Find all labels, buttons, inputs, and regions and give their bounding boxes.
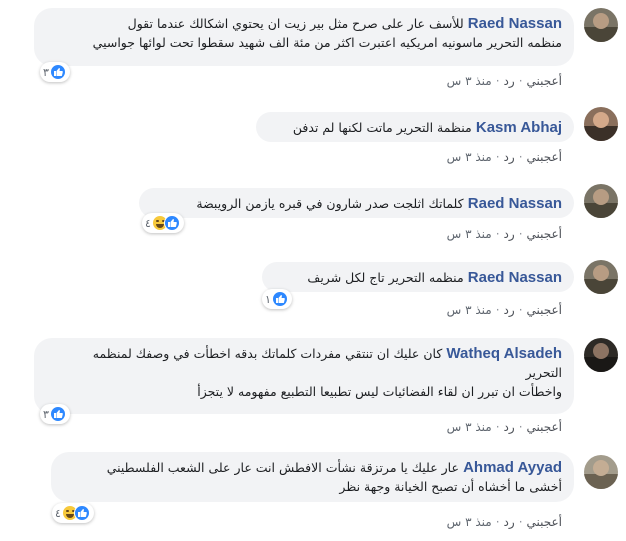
timestamp[interactable]: منذ ٣ س — [447, 420, 492, 434]
comment-text: كان عليك ان تنتقي مفردات كلماتك بدقه اخط… — [92, 346, 443, 361]
comment-bubble: Kasm Abhaj منظمة التحرير ماتت لكنها لم ت… — [256, 112, 574, 142]
comment-actions: أعجبني · رد · منذ ٣ س — [447, 515, 562, 529]
comment-actions: أعجبني · رد · منذ ٣ س — [447, 74, 562, 88]
separator: · — [495, 420, 500, 434]
like-link[interactable]: أعجبني — [527, 150, 562, 164]
like-icon — [271, 291, 288, 307]
reaction-summary[interactable]: ٣ — [40, 404, 70, 424]
reaction-count: ٤ — [145, 216, 151, 230]
timestamp[interactable]: منذ ٣ س — [447, 150, 492, 164]
separator: · — [518, 515, 523, 529]
like-icon — [163, 215, 180, 231]
comment-actions: أعجبني · رد · منذ ٣ س — [447, 420, 562, 434]
like-link[interactable]: أعجبني — [527, 303, 562, 317]
timestamp[interactable]: منذ ٣ س — [447, 74, 492, 88]
comment-actions: أعجبني · رد · منذ ٣ س — [447, 303, 562, 317]
separator: · — [518, 74, 523, 88]
reaction-summary[interactable]: ٣ — [40, 62, 70, 82]
avatar[interactable] — [584, 260, 618, 294]
author-name[interactable]: Kasm Abhaj — [476, 119, 562, 136]
reply-link[interactable]: رد — [504, 150, 515, 164]
reply-link[interactable]: رد — [504, 303, 515, 317]
comment-bubble: Ahmad Ayyad عار عليك يا مرتزقة نشأت الاف… — [51, 452, 574, 502]
reaction-count: ٣ — [43, 407, 49, 421]
comment-bubble: Watheq Alsadeh كان عليك ان تنتقي مفردات … — [34, 338, 574, 414]
separator: · — [518, 303, 523, 317]
like-icon — [73, 505, 90, 521]
reply-link[interactable]: رد — [504, 227, 515, 241]
comment-bubble: Raed Nassan منظمه التحرير تاج لكل شريف — [262, 262, 574, 292]
separator: · — [518, 227, 523, 241]
comment-bubble: Raed Nassan كلماتك اثلجت صدر شارون في قب… — [139, 188, 574, 218]
reaction-count: ٤ — [55, 506, 61, 520]
author-name[interactable]: Raed Nassan — [468, 195, 562, 212]
reply-link[interactable]: رد — [504, 74, 515, 88]
avatar[interactable] — [584, 8, 618, 42]
like-icon — [49, 406, 66, 422]
separator: · — [495, 74, 500, 88]
comment-text: منظمه التحرير ماسونيه امريكيه اعتبرت اكث… — [92, 35, 562, 50]
like-link[interactable]: أعجبني — [527, 74, 562, 88]
avatar[interactable] — [584, 455, 618, 489]
avatar[interactable] — [584, 184, 618, 218]
like-link[interactable]: أعجبني — [527, 420, 562, 434]
author-name[interactable]: Watheq Alsadeh — [446, 345, 562, 362]
like-link[interactable]: أعجبني — [527, 515, 562, 529]
reply-link[interactable]: رد — [504, 420, 515, 434]
like-icon — [49, 64, 66, 80]
timestamp[interactable]: منذ ٣ س — [447, 303, 492, 317]
reaction-summary[interactable]: ٤ — [52, 503, 94, 523]
reply-link[interactable]: رد — [504, 515, 515, 529]
comment-actions: أعجبني · رد · منذ ٣ س — [447, 150, 562, 164]
separator: · — [518, 150, 523, 164]
timestamp[interactable]: منذ ٣ س — [447, 227, 492, 241]
reaction-summary[interactable]: ٤ — [142, 213, 184, 233]
author-name[interactable]: Raed Nassan — [468, 269, 562, 286]
comment-bubble: Raed Nassan للأسف عار على صرح مثل بير زي… — [34, 8, 574, 66]
separator: · — [495, 515, 500, 529]
reaction-count: ١ — [265, 292, 271, 306]
comment-text: منظمه التحرير تاج لكل شريف — [307, 270, 464, 285]
comment-text: التحرير — [525, 365, 562, 380]
separator: · — [495, 227, 500, 241]
author-name[interactable]: Raed Nassan — [468, 15, 562, 32]
avatar[interactable] — [584, 107, 618, 141]
comment-text: منظمة التحرير ماتت لكنها لم تدفن — [292, 120, 472, 135]
like-link[interactable]: أعجبني — [527, 227, 562, 241]
comment-text: واخطأت ان تبرر ان لقاء الفضائيات ليس تطب… — [197, 384, 562, 399]
comment-text: للأسف عار على صرح مثل بير زيت ان يحتوي ا… — [127, 16, 464, 31]
comment-text: عار عليك يا مرتزقة نشأت الافطش انت عار ع… — [106, 460, 459, 475]
reaction-summary[interactable]: ١ — [262, 289, 292, 309]
separator: · — [518, 420, 523, 434]
separator: · — [495, 303, 500, 317]
separator: · — [495, 150, 500, 164]
comment-text: كلماتك اثلجت صدر شارون في قبره يازمن الر… — [196, 196, 464, 211]
timestamp[interactable]: منذ ٣ س — [447, 515, 492, 529]
author-name[interactable]: Ahmad Ayyad — [463, 459, 562, 476]
reaction-count: ٣ — [43, 65, 49, 79]
comment-text: أخشى ما أخشاه أن تصبح الخيانة وجهة نظر — [339, 479, 562, 494]
avatar[interactable] — [584, 338, 618, 372]
comment-actions: أعجبني · رد · منذ ٣ س — [447, 227, 562, 241]
